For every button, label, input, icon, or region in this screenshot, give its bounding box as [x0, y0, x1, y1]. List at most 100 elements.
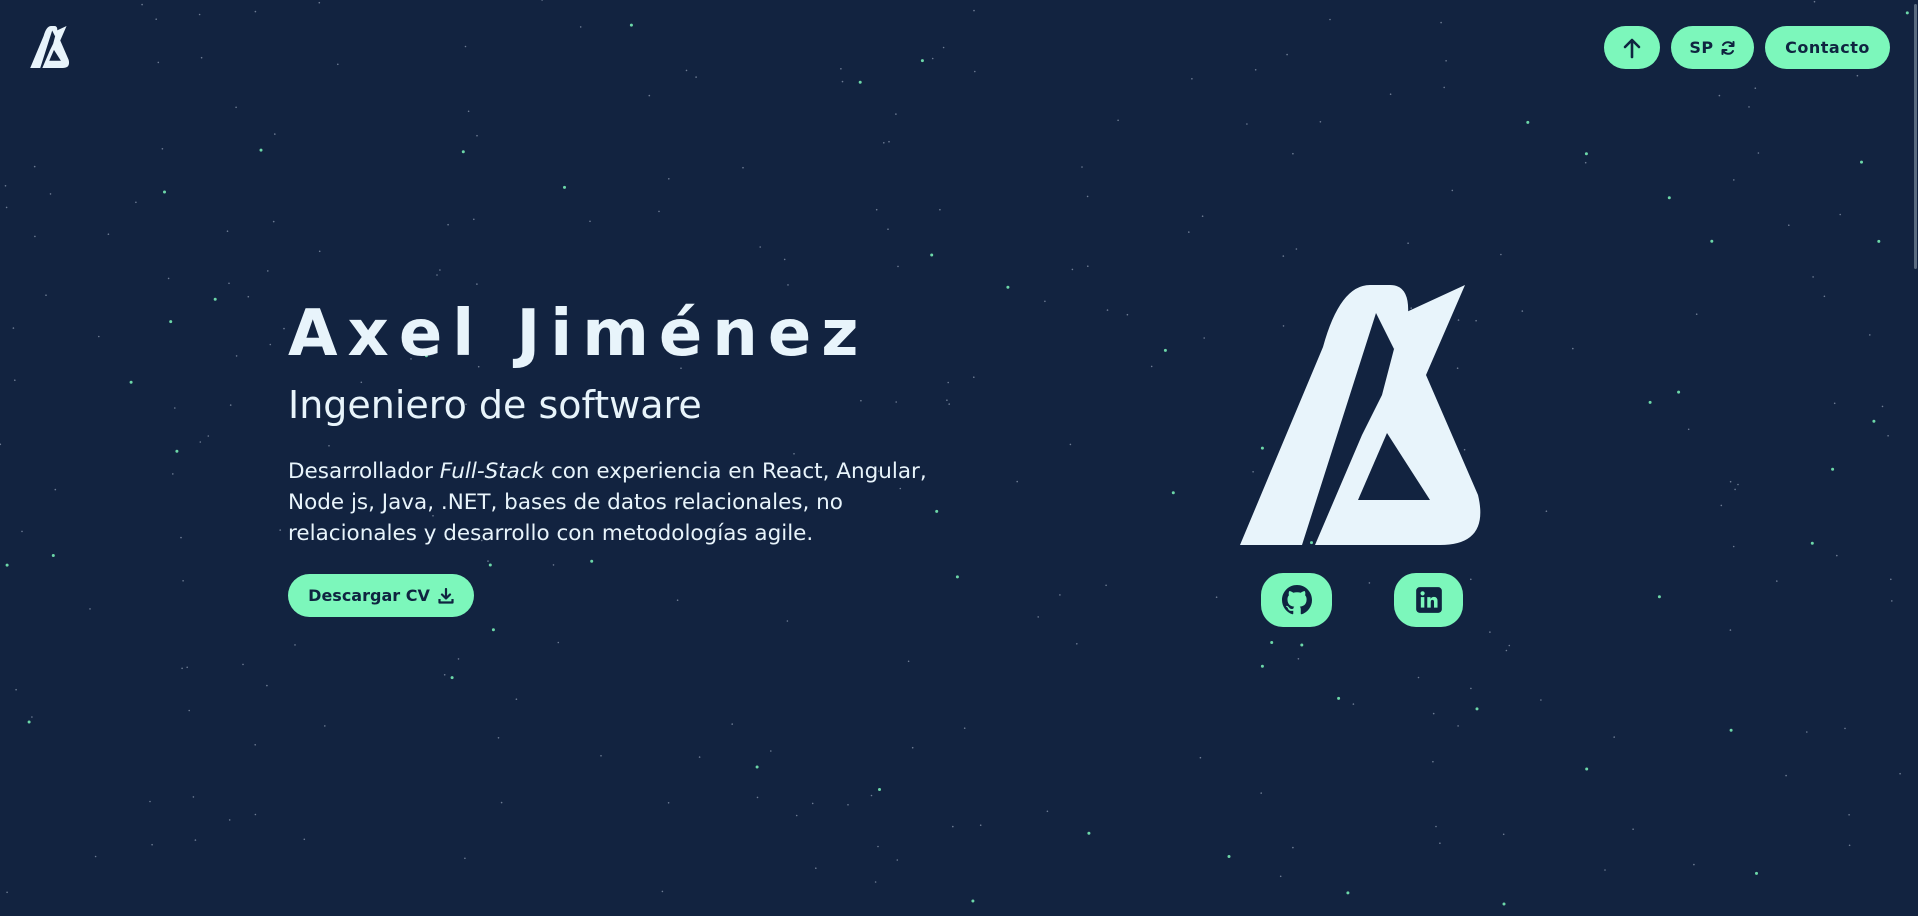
star — [840, 68, 842, 70]
star — [443, 674, 446, 676]
star — [1475, 707, 1479, 711]
star — [1500, 253, 1502, 256]
star — [770, 750, 772, 752]
star — [930, 253, 934, 257]
star — [5, 563, 9, 567]
star — [447, 223, 449, 226]
star — [213, 297, 217, 301]
star — [1117, 119, 1119, 122]
star — [242, 663, 244, 666]
star — [815, 867, 817, 869]
star — [1432, 712, 1435, 715]
star — [1260, 664, 1264, 668]
star — [141, 3, 143, 6]
star — [254, 744, 256, 746]
star — [337, 63, 339, 66]
star — [874, 881, 877, 883]
desc-text-emphasis: Full-Stack — [439, 459, 545, 484]
star — [1729, 629, 1732, 631]
star — [557, 641, 560, 644]
star — [294, 644, 296, 646]
star — [896, 859, 899, 861]
star — [457, 658, 460, 660]
star — [1720, 504, 1723, 507]
star — [33, 165, 36, 168]
star — [1729, 728, 1733, 732]
scroll-top-button[interactable] — [1604, 26, 1660, 69]
star — [1191, 78, 1193, 80]
star — [1071, 268, 1074, 271]
star — [1836, 554, 1838, 557]
star — [795, 814, 798, 817]
star — [188, 709, 190, 712]
star — [1457, 725, 1459, 727]
star — [207, 435, 210, 437]
language-toggle-button[interactable]: SP — [1671, 26, 1754, 69]
star — [1584, 161, 1587, 164]
star — [129, 380, 133, 384]
star — [15, 688, 17, 691]
star — [1319, 121, 1322, 123]
star — [1737, 483, 1739, 486]
star — [1667, 196, 1671, 200]
star — [1881, 405, 1884, 408]
star — [235, 355, 238, 357]
star — [1813, 0, 1816, 3]
star — [1037, 616, 1039, 618]
linkedin-button[interactable] — [1394, 573, 1463, 627]
star — [461, 150, 465, 154]
star — [1260, 792, 1262, 794]
star — [668, 178, 670, 180]
star — [107, 233, 110, 235]
hero-description: Desarrollador Full-Stack con experiencia… — [288, 456, 948, 549]
star — [135, 201, 137, 204]
star — [228, 282, 230, 285]
star — [1006, 285, 1010, 289]
scrollbar-thumb[interactable] — [1914, 4, 1917, 269]
star — [629, 23, 633, 27]
star — [875, 208, 878, 211]
star — [6, 891, 8, 894]
star — [1856, 74, 1859, 77]
star — [1352, 703, 1355, 705]
star — [1086, 195, 1089, 198]
star — [1502, 833, 1505, 836]
star — [878, 788, 881, 791]
star — [1657, 595, 1661, 599]
hero-role: Ingeniero de software — [288, 383, 702, 427]
star — [1199, 756, 1202, 759]
star — [1087, 831, 1091, 835]
star — [1126, 313, 1129, 316]
github-button[interactable] — [1261, 573, 1332, 627]
star — [181, 667, 183, 670]
star — [269, 343, 272, 346]
star — [895, 113, 897, 115]
star — [89, 608, 91, 610]
scrollbar[interactable] — [1912, 0, 1918, 916]
star — [1823, 295, 1826, 298]
download-cv-button[interactable]: Descargar CV — [288, 574, 474, 617]
star — [1695, 313, 1698, 316]
star — [1046, 810, 1049, 813]
star — [464, 857, 466, 860]
star — [811, 802, 814, 805]
star — [1432, 760, 1434, 763]
star — [1470, 578, 1472, 581]
star — [1687, 428, 1690, 431]
star — [1755, 871, 1758, 875]
star — [149, 800, 151, 803]
star — [1016, 480, 1018, 483]
contact-button[interactable]: Contacto — [1765, 26, 1890, 69]
star — [1163, 348, 1167, 352]
star — [1059, 594, 1061, 596]
star — [1417, 676, 1420, 679]
star — [1877, 239, 1881, 243]
star — [755, 765, 759, 769]
star — [1848, 844, 1851, 847]
star — [911, 746, 914, 749]
star — [1254, 69, 1257, 71]
star — [272, 220, 275, 223]
linkedin-icon — [1415, 587, 1442, 613]
ax-logo-icon[interactable] — [30, 26, 70, 68]
star — [318, 1, 321, 4]
